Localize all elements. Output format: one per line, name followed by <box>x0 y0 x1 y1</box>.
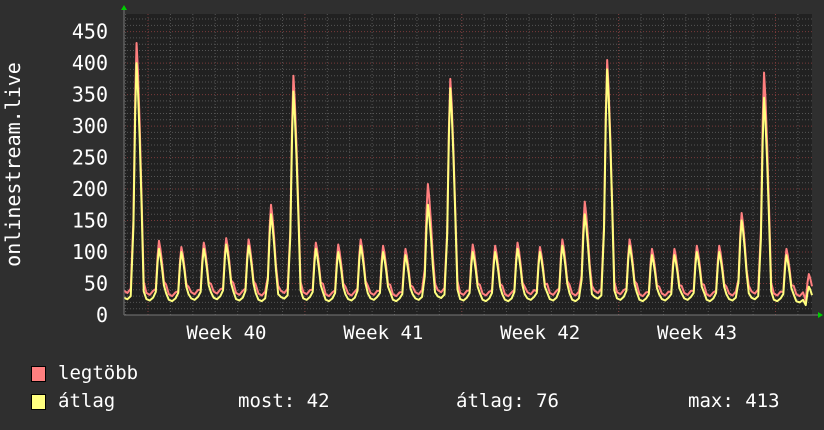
y-tick-label: 50 <box>84 272 108 296</box>
y-tick-label: 250 <box>72 146 108 170</box>
legend-swatch-avg <box>31 394 46 410</box>
stat-max: max: 413 <box>688 390 780 412</box>
x-tick-label: Week 40 <box>186 322 266 344</box>
plot-area <box>124 14 812 315</box>
y-axis-arrow <box>121 5 127 10</box>
x-tick-label: Week 42 <box>500 322 580 344</box>
legend-label-max: legtöbb <box>58 362 139 384</box>
y-tick-label: 200 <box>72 177 108 201</box>
y-tick-label: 150 <box>72 209 108 233</box>
y-tick-label: 450 <box>72 20 108 44</box>
stat-atlag: átlag: 76 <box>456 390 559 412</box>
stat-most: most: 42 <box>238 390 330 412</box>
x-axis-arrow <box>818 312 823 318</box>
y-tick-label: 300 <box>72 114 108 138</box>
y-tick-label: 100 <box>72 240 108 264</box>
y-tick-label: 350 <box>72 83 108 107</box>
x-tick-label: Week 41 <box>343 322 423 344</box>
legend-label-avg: átlag <box>58 390 116 412</box>
legend-swatch-max <box>31 366 46 382</box>
y-tick-label: 400 <box>72 51 108 75</box>
y-axis-label: onlinestream.live <box>1 62 25 267</box>
y-tick-label: 0 <box>96 303 108 327</box>
x-tick-label: Week 43 <box>657 322 737 344</box>
